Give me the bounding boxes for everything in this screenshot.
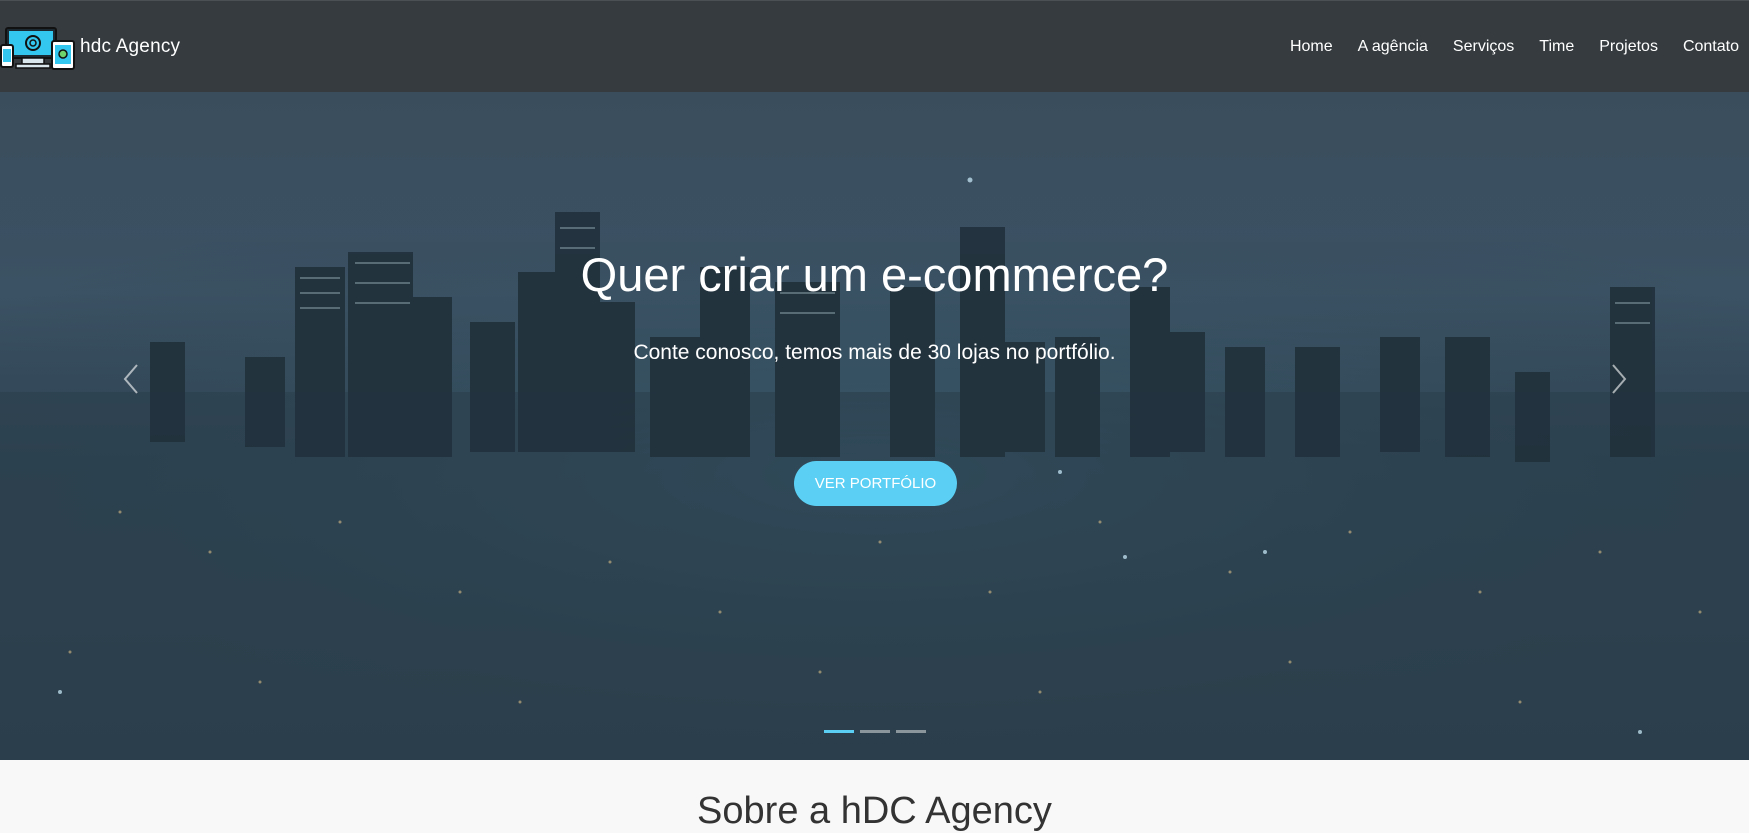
- hero-subtitle: Conte conosco, temos mais de 30 lojas no…: [633, 341, 1116, 364]
- brand[interactable]: hdc Agency: [0, 1, 180, 92]
- chevron-right-icon: [1612, 364, 1627, 394]
- hero-carousel: Quer criar um e-commerce? Conte conosco,…: [0, 92, 1749, 760]
- nav-links: Home A agência Serviços Time Projetos Co…: [1265, 38, 1749, 56]
- nav-link-projetos[interactable]: Projetos: [1599, 38, 1658, 56]
- carousel-indicator-1[interactable]: [823, 730, 854, 733]
- devices-logo-icon: [0, 26, 75, 70]
- hero-slide: Quer criar um e-commerce? Conte conosco,…: [0, 92, 1749, 760]
- ver-portfolio-button[interactable]: VER PORTFÓLIO: [794, 461, 957, 506]
- brand-name: hdc Agency: [80, 35, 181, 57]
- about-title: Sobre a hDC Agency: [697, 790, 1052, 832]
- nav-link-home[interactable]: Home: [1290, 38, 1333, 56]
- nav-link-servicos[interactable]: Serviços: [1453, 38, 1514, 56]
- carousel-indicators: [0, 730, 1749, 733]
- carousel-indicator-2[interactable]: [859, 730, 890, 733]
- hero-title: Quer criar um e-commerce?: [580, 248, 1169, 301]
- about-section: Sobre a hDC Agency: [0, 760, 1749, 832]
- chevron-left-icon: [123, 364, 138, 394]
- carousel-next-button[interactable]: [1604, 359, 1634, 399]
- carousel-indicator-3[interactable]: [895, 730, 926, 733]
- nav-link-contato[interactable]: Contato: [1683, 38, 1739, 56]
- nav-link-agencia[interactable]: A agência: [1358, 38, 1428, 56]
- carousel-prev-button[interactable]: [116, 359, 146, 399]
- navbar: hdc Agency Home A agência Serviços Time …: [0, 0, 1749, 92]
- nav-link-time[interactable]: Time: [1539, 38, 1574, 56]
